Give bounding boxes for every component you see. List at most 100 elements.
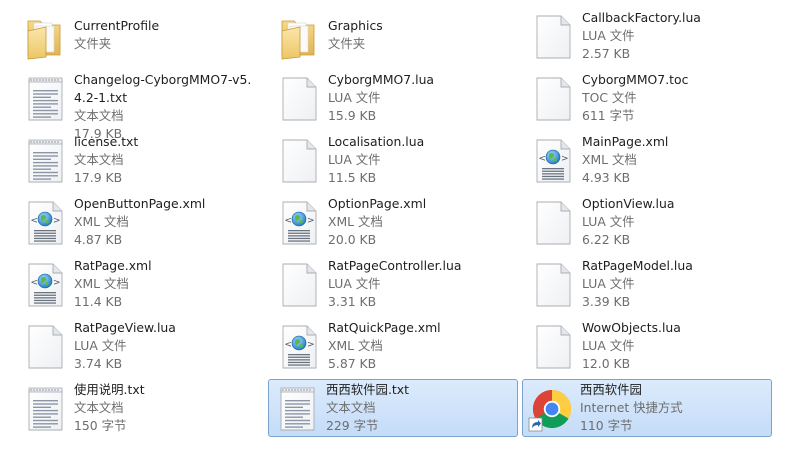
blank-file-icon (530, 75, 576, 123)
blank-file-icon (530, 13, 576, 61)
file-item[interactable]: 西西软件园.txt 文本文档 229 字节 (268, 379, 518, 437)
xml-file-icon: < > (276, 199, 322, 247)
text-file-icon (22, 75, 68, 123)
chrome-shortcut-icon (528, 385, 574, 433)
file-type: XML 文档 (328, 338, 383, 353)
file-name: RatPageModel.lua (582, 258, 693, 273)
text-file-icon (22, 385, 68, 433)
svg-text:<: < (539, 154, 547, 164)
file-size: 11.4 KB (74, 294, 123, 309)
svg-text:>: > (53, 278, 61, 288)
file-name: CyborgMMO7.toc (582, 72, 689, 87)
file-item[interactable]: 使用说明.txt 文本文档 150 字节 (16, 379, 266, 437)
blank-file-icon (530, 199, 576, 247)
file-type: XML 文档 (328, 214, 383, 229)
file-name: RatPageController.lua (328, 258, 462, 273)
file-size: 150 字节 (74, 418, 127, 433)
file-details: OpenButtonPage.xml XML 文档 4.87 KB (74, 195, 261, 249)
file-item[interactable]: CyborgMMO7.lua LUA 文件 15.9 KB (270, 69, 520, 127)
file-details: RatPageView.lua LUA 文件 3.74 KB (74, 319, 261, 373)
file-item[interactable]: Graphics 文件夹 (270, 7, 520, 65)
file-name: CallbackFactory.lua (582, 10, 701, 25)
blank-file-icon (530, 323, 576, 371)
file-type: XML 文档 (582, 152, 637, 167)
file-name: 西西软件园.txt (326, 382, 409, 397)
file-size: 4.87 KB (74, 232, 123, 247)
file-size: 4.93 KB (582, 170, 631, 185)
file-details: license.txt 文本文档 17.9 KB (74, 133, 261, 187)
file-item[interactable]: RatPageView.lua LUA 文件 3.74 KB (16, 317, 266, 375)
file-details: 西西软件园.txt 文本文档 229 字节 (326, 381, 513, 435)
file-details: CurrentProfile 文件夹 (74, 17, 261, 53)
file-item[interactable]: CurrentProfile 文件夹 (16, 7, 266, 65)
file-details: CyborgMMO7.toc TOC 文件 611 字节 (582, 71, 769, 125)
file-name: OptionPage.xml (328, 196, 427, 211)
file-details: 西西软件园 Internet 快捷方式 110 字节 (580, 381, 767, 435)
file-name: license.txt (74, 134, 139, 149)
file-type: 文件夹 (328, 36, 366, 51)
file-name: Changelog-CyborgMMO7-v5.4.2-1.txt (74, 72, 252, 105)
file-size: 5.87 KB (328, 356, 377, 371)
file-type: TOC 文件 (582, 90, 637, 105)
blank-file-icon (276, 75, 322, 123)
file-name: CyborgMMO7.lua (328, 72, 435, 87)
file-type: XML 文档 (74, 276, 129, 291)
file-item[interactable]: < > RatQuickPage.xml XML 文档 5.87 KB (270, 317, 520, 375)
file-type: LUA 文件 (582, 276, 635, 291)
blank-file-icon (22, 323, 68, 371)
file-name: RatPageView.lua (74, 320, 176, 335)
file-type: 文本文档 (326, 400, 376, 415)
file-type: XML 文档 (74, 214, 129, 229)
file-details: Localisation.lua LUA 文件 11.5 KB (328, 133, 515, 187)
file-name: 西西软件园 (580, 382, 642, 397)
file-name: CurrentProfile (74, 18, 160, 33)
file-type: LUA 文件 (328, 276, 381, 291)
file-item[interactable]: CallbackFactory.lua LUA 文件 2.57 KB (524, 7, 774, 65)
file-size: 229 字节 (326, 418, 379, 433)
file-size: 11.5 KB (328, 170, 377, 185)
file-item[interactable]: < > OpenButtonPage.xml XML 文档 4.87 KB (16, 193, 266, 251)
file-item[interactable]: Localisation.lua LUA 文件 11.5 KB (270, 131, 520, 189)
file-item[interactable]: < > OptionPage.xml XML 文档 20.0 KB (270, 193, 520, 251)
file-details: MainPage.xml XML 文档 4.93 KB (582, 133, 769, 187)
svg-text:>: > (53, 216, 61, 226)
folder-icon (22, 13, 68, 61)
file-details: CallbackFactory.lua LUA 文件 2.57 KB (582, 9, 769, 63)
svg-text:>: > (561, 154, 569, 164)
file-size: 611 字节 (582, 108, 635, 123)
file-details: OptionView.lua LUA 文件 6.22 KB (582, 195, 769, 249)
file-size: 6.22 KB (582, 232, 631, 247)
file-type: Internet 快捷方式 (580, 400, 683, 415)
file-details: CyborgMMO7.lua LUA 文件 15.9 KB (328, 71, 515, 125)
file-item[interactable]: RatPageController.lua LUA 文件 3.31 KB (270, 255, 520, 313)
file-size: 3.31 KB (328, 294, 377, 309)
file-item[interactable]: 西西软件园 Internet 快捷方式 110 字节 (522, 379, 772, 437)
file-name: RatPage.xml (74, 258, 152, 273)
xml-file-icon: < > (276, 323, 322, 371)
file-item[interactable]: CyborgMMO7.toc TOC 文件 611 字节 (524, 69, 774, 127)
file-name: OpenButtonPage.xml (74, 196, 206, 211)
file-item[interactable]: < > RatPage.xml XML 文档 11.4 KB (16, 255, 266, 313)
file-item[interactable]: RatPageModel.lua LUA 文件 3.39 KB (524, 255, 774, 313)
file-type: 文本文档 (74, 108, 124, 123)
svg-text:<: < (285, 216, 293, 226)
file-name: OptionView.lua (582, 196, 675, 211)
file-item[interactable]: WowObjects.lua LUA 文件 12.0 KB (524, 317, 774, 375)
file-item[interactable]: OptionView.lua LUA 文件 6.22 KB (524, 193, 774, 251)
file-details: RatQuickPage.xml XML 文档 5.87 KB (328, 319, 515, 373)
svg-text:>: > (307, 216, 315, 226)
file-type: LUA 文件 (74, 338, 127, 353)
svg-text:>: > (307, 340, 315, 350)
file-details: OptionPage.xml XML 文档 20.0 KB (328, 195, 515, 249)
folder-icon (276, 13, 322, 61)
blank-file-icon (530, 261, 576, 309)
file-size: 3.39 KB (582, 294, 631, 309)
file-item[interactable]: < > MainPage.xml XML 文档 4.93 KB (524, 131, 774, 189)
file-type: LUA 文件 (582, 28, 635, 43)
file-item[interactable]: license.txt 文本文档 17.9 KB (16, 131, 266, 189)
xml-file-icon: < > (530, 137, 576, 185)
file-item[interactable]: Changelog-CyborgMMO7-v5.4.2-1.txt 文本文档 17.… (16, 69, 266, 141)
file-size: 12.0 KB (582, 356, 631, 371)
file-size: 110 字节 (580, 418, 633, 433)
file-name: 使用说明.txt (74, 382, 145, 397)
